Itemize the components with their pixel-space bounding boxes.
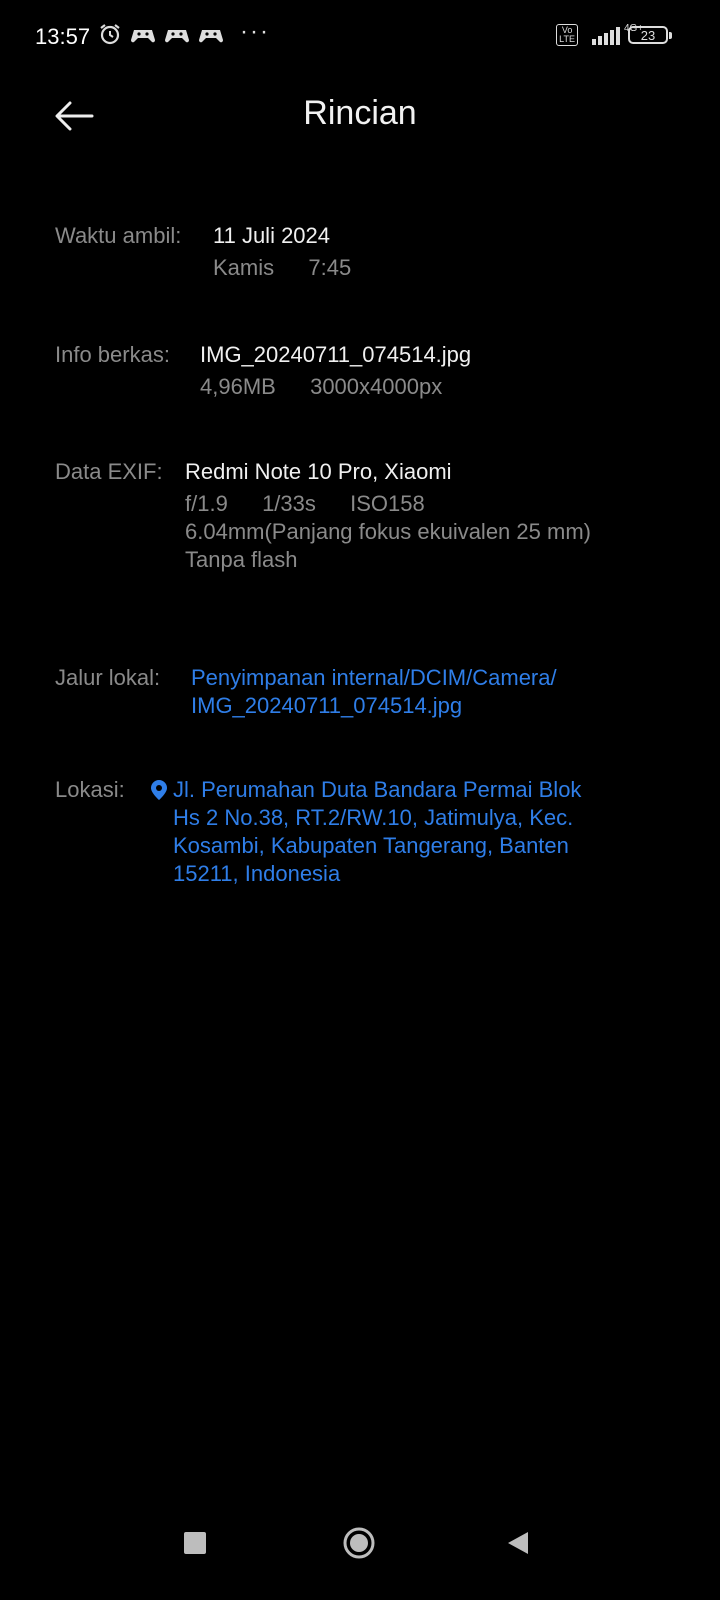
status-icons-right: Vo LTE 4G+ 23	[556, 23, 672, 46]
file-size: 4,96MB	[200, 374, 276, 399]
local-path-label: Jalur lokal:	[55, 665, 161, 690]
location-pin-icon	[151, 780, 167, 800]
exif-exposure: f/1.9 1/33s ISO158	[185, 490, 591, 518]
app-header: Rincian	[0, 80, 720, 150]
location-line-3: Kosambi, Kabupaten Tangerang, Banten	[173, 833, 569, 858]
home-circle-icon	[343, 1527, 375, 1559]
location-line-2: Hs 2 No.38, RT.2/RW.10, Jatimulya, Kec.	[173, 805, 574, 830]
taken-time-value: 11 Juli 2024 Kamis 7:45	[213, 222, 351, 282]
signal-icon	[592, 25, 620, 45]
exif-shutter: 1/33s	[262, 491, 316, 516]
exif-value: Redmi Note 10 Pro, Xiaomi f/1.9 1/33s IS…	[185, 458, 591, 574]
taken-day: Kamis	[213, 255, 275, 280]
signal-group: 4G+	[586, 23, 643, 45]
location-link[interactable]: Jl. Perumahan Duta Bandara Permai Blok H…	[151, 776, 581, 888]
taken-date: 11 Juli 2024	[213, 223, 331, 248]
navigation-bar	[0, 1500, 720, 1600]
game-controller-icon	[130, 30, 156, 43]
nav-back-button[interactable]	[506, 1530, 530, 1556]
file-info-value: IMG_20240711_074514.jpg 4,96MB 3000x4000…	[200, 341, 471, 401]
page-title: Rincian	[303, 94, 417, 132]
exif-flash: Tanpa flash	[185, 547, 298, 572]
exif-device: Redmi Note 10 Pro, Xiaomi	[185, 459, 452, 484]
taken-clock: 7:45	[308, 255, 352, 280]
triangle-back-icon	[508, 1532, 528, 1554]
battery-level: 23	[640, 27, 656, 43]
taken-time-label: Waktu ambil:	[55, 223, 182, 248]
exif-label: Data EXIF:	[55, 459, 163, 484]
file-info-label: Info berkas:	[55, 342, 170, 367]
more-notifications-icon: ···	[240, 18, 270, 45]
location-line-4: 15211, Indonesia	[173, 861, 341, 886]
recent-apps-button[interactable]	[184, 1532, 206, 1554]
file-name: IMG_20240711_074514.jpg	[200, 342, 472, 367]
exif-focal: 6.04mm(Panjang fokus ekuivalen 25 mm)	[185, 519, 591, 544]
taken-day-time: Kamis 7:45	[213, 254, 351, 282]
file-meta: 4,96MB 3000x4000px	[200, 373, 471, 401]
status-time: 13:57	[35, 24, 91, 49]
file-resolution: 3000x4000px	[310, 374, 443, 399]
game-controller-icon	[198, 30, 224, 43]
location-address: Jl. Perumahan Duta Bandara Permai Blok H…	[173, 776, 581, 888]
volte-icon: Vo LTE	[556, 24, 578, 46]
local-path-line-2: IMG_20240711_074514.jpg	[191, 693, 463, 718]
location-label: Lokasi:	[55, 777, 125, 802]
status-bar: 13:57 ··· Vo LTE 4G+ 23	[0, 0, 720, 76]
battery-icon: 23	[628, 26, 672, 44]
local-path-link[interactable]: Penyimpanan internal/DCIM/Camera/ IMG_20…	[191, 664, 557, 720]
local-path-line-1: Penyimpanan internal/DCIM/Camera/	[191, 665, 557, 690]
exif-aperture: f/1.9	[185, 491, 228, 516]
alarm-icon	[100, 24, 120, 45]
location-line-1: Jl. Perumahan Duta Bandara Permai Blok	[173, 777, 582, 802]
status-icons-left	[98, 22, 224, 46]
exif-iso: ISO158	[350, 491, 425, 516]
home-button[interactable]	[342, 1526, 376, 1560]
game-controller-icon	[164, 30, 190, 43]
